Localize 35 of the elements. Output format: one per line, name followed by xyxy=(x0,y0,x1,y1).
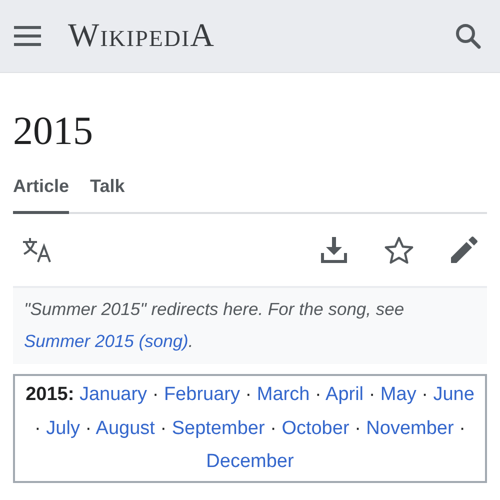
month-link[interactable]: March xyxy=(256,384,310,405)
month-link[interactable]: December xyxy=(206,451,294,472)
year-label: 2015: xyxy=(26,384,74,405)
star-icon[interactable] xyxy=(384,236,414,264)
separator-dot: · xyxy=(422,384,428,405)
edit-icon[interactable] xyxy=(450,236,478,264)
month-link[interactable]: September xyxy=(172,418,265,438)
download-icon[interactable] xyxy=(320,236,348,264)
tab[interactable]: Article xyxy=(13,176,70,214)
separator-dot: · xyxy=(270,418,276,438)
month-link[interactable]: August xyxy=(96,418,155,438)
song-link[interactable]: Summer 2015 (song) xyxy=(24,331,188,351)
separator-dot: · xyxy=(459,418,466,438)
separator-dot: · xyxy=(34,418,41,438)
hatnote: "Summer 2015" redirects here. For the song, see Summer 2015 (song). xyxy=(13,286,487,364)
language-icon[interactable] xyxy=(22,237,52,263)
tab[interactable]: Talk xyxy=(90,176,125,214)
month-link[interactable]: April xyxy=(326,384,364,405)
separator-dot: · xyxy=(354,418,361,438)
separator-dot: · xyxy=(368,384,376,405)
separator-dot: · xyxy=(160,418,167,438)
month-link[interactable]: May xyxy=(380,384,416,405)
page-title: 2015 xyxy=(13,107,94,155)
month-link[interactable]: July xyxy=(46,418,80,438)
search-icon[interactable] xyxy=(455,23,481,49)
month-link[interactable]: June xyxy=(433,384,474,405)
separator-dot: · xyxy=(314,384,322,405)
month-link[interactable]: November xyxy=(366,418,454,438)
separator-dot: · xyxy=(245,384,252,405)
month-link[interactable]: February xyxy=(164,384,240,405)
separator-dot: · xyxy=(152,384,159,405)
separator-dot: · xyxy=(85,418,92,438)
month-link[interactable]: October xyxy=(282,418,350,438)
menu-icon[interactable] xyxy=(14,26,41,46)
month-link[interactable]: January xyxy=(79,384,148,405)
